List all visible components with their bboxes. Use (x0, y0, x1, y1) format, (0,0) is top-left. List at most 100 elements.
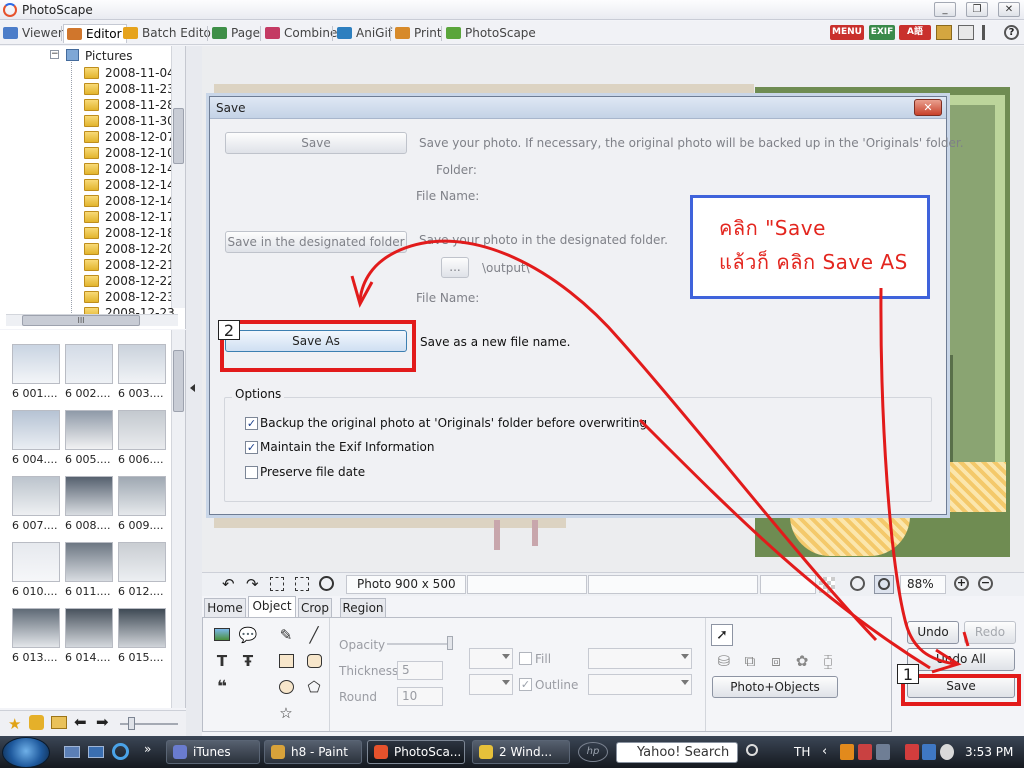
undo-all-button[interactable]: Undo All (907, 648, 1015, 671)
help-icon[interactable]: ? (1004, 25, 1019, 40)
maximize-button[interactable]: ❐ (966, 2, 988, 17)
maintain-exif-checkbox[interactable]: ✓ (245, 441, 258, 454)
zoom-fit-icon[interactable] (850, 576, 865, 591)
thumbnail-image[interactable] (12, 476, 60, 516)
tree-hscroll-thumb[interactable]: III (22, 315, 140, 326)
refresh-icon[interactable] (29, 715, 44, 730)
thumbnail-image[interactable] (65, 410, 113, 450)
thumbnail-image[interactable] (12, 344, 60, 384)
flip-horizontal-icon[interactable] (270, 577, 284, 591)
thumbnail-image[interactable] (118, 344, 166, 384)
tab-anigif[interactable]: AniGif (334, 24, 396, 43)
tab-editor[interactable]: Editor (63, 24, 127, 43)
photo-objects-button[interactable]: Photo+Objects (712, 676, 838, 698)
favorite-star-icon[interactable]: ★ (8, 715, 21, 733)
flip-vertical-icon[interactable] (295, 577, 309, 591)
thumbnail-image[interactable] (12, 542, 60, 582)
tab-home[interactable]: Home (204, 598, 246, 618)
image-object-icon[interactable] (211, 624, 233, 646)
internet-explorer-icon[interactable] (112, 743, 129, 760)
tab-viewer[interactable]: Viewer (0, 24, 67, 43)
tray-app-icon-2[interactable] (858, 744, 872, 760)
tray-app-icon-1[interactable] (840, 744, 854, 760)
folder-icon[interactable] (51, 716, 67, 729)
tab-combine[interactable]: Combine (262, 24, 341, 43)
pentagon-icon[interactable]: ⬠ (303, 676, 325, 698)
menu-button[interactable]: MENU (830, 25, 864, 40)
object-tool-2-icon[interactable]: ⧉ (739, 650, 761, 672)
collapse-toggle-icon[interactable]: − (50, 50, 59, 59)
tray-expand-icon[interactable]: ‹ (822, 744, 827, 759)
tree-scroll-thumb[interactable] (173, 108, 184, 164)
exif-button[interactable]: EXIF (869, 25, 895, 40)
object-tool-3-icon[interactable]: ⧈ (765, 650, 787, 672)
color-dropdown[interactable] (469, 648, 513, 669)
switch-windows-icon[interactable] (88, 746, 104, 758)
pen-icon[interactable]: ✎ (275, 624, 297, 646)
browse-folder-button[interactable]: ... (441, 257, 469, 278)
tray-app-icon-3[interactable] (876, 744, 890, 760)
thumbnail-vertical-scrollbar[interactable] (171, 330, 185, 708)
clock[interactable]: 3:53 PM (965, 745, 1013, 759)
back-arrow-icon[interactable]: ⬅ (74, 713, 87, 731)
taskbar-item[interactable]: 2 Wind... (472, 740, 570, 764)
tab-batch-editor[interactable]: Batch Editor (120, 24, 220, 43)
language-indicator[interactable]: TH (794, 745, 810, 759)
tab-page[interactable]: Page (209, 24, 264, 43)
search-icon[interactable] (746, 744, 758, 756)
network-icon[interactable] (922, 744, 936, 760)
thumbnail-image[interactable] (118, 608, 166, 648)
transparency-icon[interactable] (819, 577, 835, 593)
thumbnail-image[interactable] (65, 476, 113, 516)
object-tool-1-icon[interactable]: ⛁ (713, 650, 735, 672)
start-button[interactable] (2, 737, 50, 768)
line-icon[interactable]: ╱ (303, 624, 325, 646)
rounded-rectangle-icon[interactable] (303, 650, 325, 672)
text-icon[interactable]: T (211, 650, 233, 672)
hp-logo-icon[interactable]: hp (578, 742, 608, 762)
collapse-arrow-icon[interactable] (190, 384, 195, 392)
star-icon[interactable]: ☆ (275, 702, 297, 724)
tree-vertical-scrollbar[interactable] (171, 46, 185, 308)
tree-root-label[interactable]: Pictures (85, 49, 133, 63)
tab-photoscape[interactable]: PhotoScape (443, 24, 540, 43)
show-desktop-icon[interactable] (64, 746, 80, 758)
tree-horizontal-scrollbar[interactable]: III (6, 314, 178, 326)
opacity-slider[interactable] (387, 643, 453, 645)
thumbnail-image[interactable] (65, 542, 113, 582)
fill-style-dropdown[interactable] (588, 648, 692, 669)
undo-button[interactable]: Undo (907, 621, 959, 644)
tab-crop[interactable]: Crop (298, 598, 332, 618)
dialog-save-button[interactable]: Save (225, 132, 407, 154)
select-pointer-icon[interactable]: ➚ (711, 624, 733, 646)
thumbnail-image[interactable] (118, 476, 166, 516)
taskbar-item[interactable]: PhotoSca... (367, 740, 465, 764)
ellipse-icon[interactable] (275, 676, 297, 698)
outline-color-dropdown[interactable] (469, 674, 513, 695)
object-tool-4-icon[interactable]: ✿ (791, 650, 813, 672)
dialog-close-button[interactable]: ✕ (914, 99, 942, 116)
fill-checkbox[interactable] (519, 652, 532, 665)
panel-splitter[interactable] (186, 46, 202, 736)
thumbnail-image[interactable] (12, 410, 60, 450)
taskbar-item[interactable]: h8 - Paint (264, 740, 362, 764)
outline-style-dropdown[interactable] (588, 674, 692, 695)
save-designated-folder-button[interactable]: Save in the designated folder (225, 231, 407, 253)
tab-object[interactable]: Object (248, 596, 296, 618)
thumbnail-image[interactable] (65, 344, 113, 384)
minimize-button[interactable]: _ (934, 2, 956, 17)
volume-icon[interactable] (940, 744, 954, 760)
thumbnail-image[interactable] (65, 608, 113, 648)
rectangle-icon[interactable] (275, 650, 297, 672)
folder-open-icon[interactable] (936, 25, 952, 40)
tab-print[interactable]: Print (392, 24, 446, 43)
tray-app-icon-4[interactable] (905, 744, 919, 760)
object-tool-5-icon[interactable]: ⧮ (817, 650, 839, 672)
round-stepper[interactable]: 10 (397, 687, 443, 706)
zoom-in-icon[interactable]: + (954, 576, 969, 591)
preserve-date-checkbox[interactable] (245, 466, 258, 479)
outline-checkbox[interactable]: ✓ (519, 678, 532, 691)
rotate-right-icon[interactable]: ↷ (246, 575, 259, 593)
text-box-icon[interactable]: Ŧ (237, 650, 259, 672)
thumbnail-image[interactable] (12, 608, 60, 648)
